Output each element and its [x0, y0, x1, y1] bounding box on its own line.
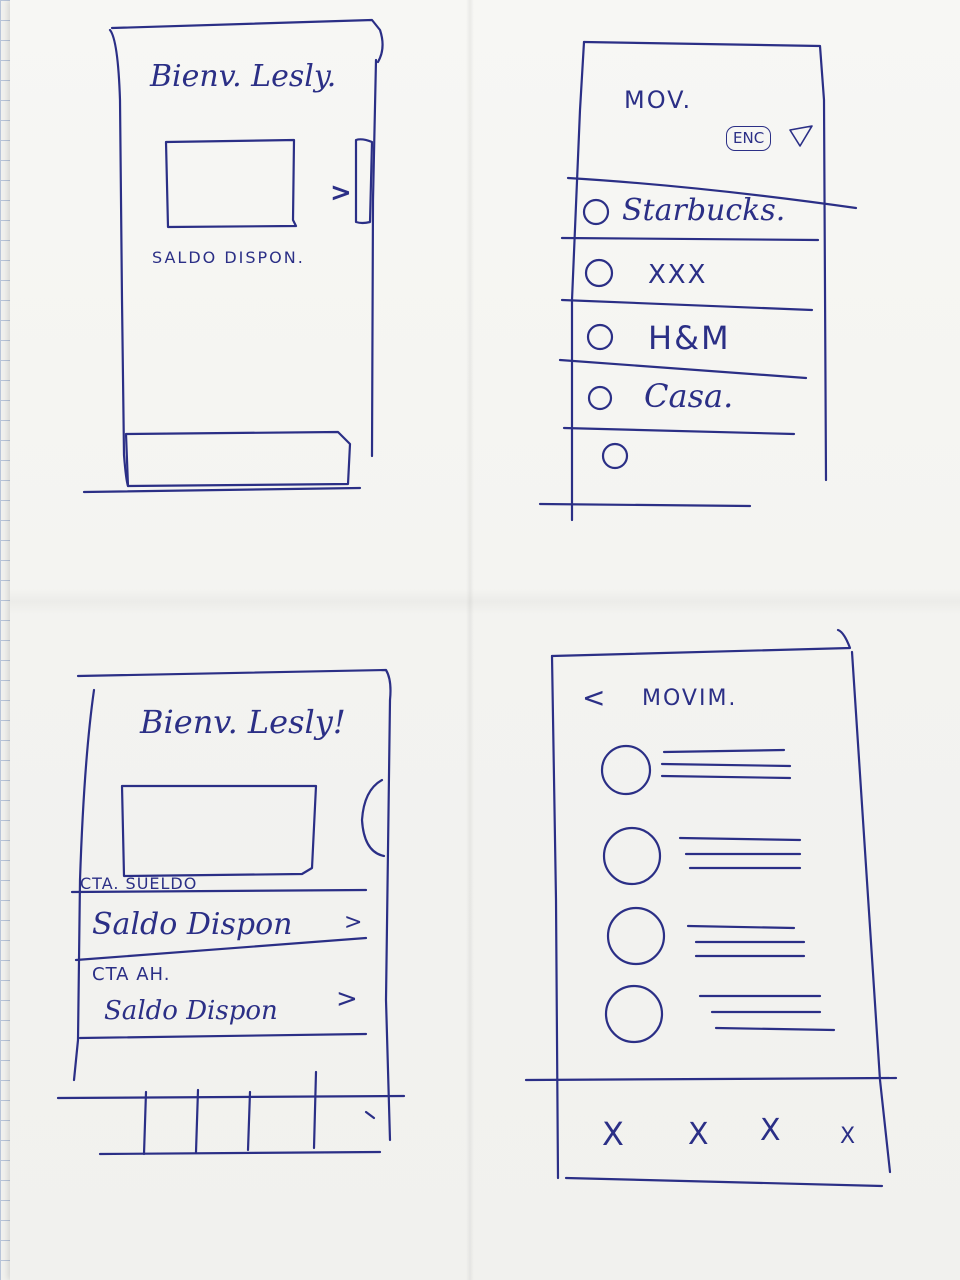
movement-label-1[interactable]: XXX: [648, 262, 707, 288]
movement-label-2[interactable]: H&M: [648, 322, 731, 354]
send-icon: [789, 125, 813, 147]
account-2-balance[interactable]: Saldo Dispon: [104, 998, 278, 1024]
greeting-home-b: Bienv. Lesly!: [140, 703, 346, 741]
movement-label-0[interactable]: Starbucks.: [622, 196, 785, 226]
back-arrow[interactable]: <: [582, 684, 605, 712]
account-1-name: CTA. SUELDO: [80, 874, 198, 893]
movements-title: MOV.: [624, 86, 693, 114]
movement-text-lines: [660, 748, 836, 1032]
greeting-home-a: Bienv. Lesly.: [150, 59, 337, 94]
account-1-chevron[interactable]: >: [344, 912, 362, 934]
balance-label-home-a: SALDO DISPON.: [152, 248, 305, 267]
side-peek-card-home-b: [360, 778, 386, 858]
balance-card-home-b: [120, 784, 318, 878]
next-card-arrow[interactable]: >: [330, 180, 352, 206]
movements-b-title: MOVIM.: [642, 686, 738, 711]
tab-mark-3[interactable]: X: [840, 1126, 857, 1148]
bottom-bar-home-a: [124, 430, 352, 488]
wireframe-sketches: [56, 18, 898, 1188]
enc-badge[interactable]: ENC: [726, 126, 772, 151]
tab-bar-home-b: [56, 1070, 406, 1156]
tab-mark-0[interactable]: X: [602, 1118, 626, 1150]
side-peek-card-home-a: [354, 138, 374, 225]
balance-card-home-a: [164, 138, 298, 229]
tab-mark-1[interactable]: X: [688, 1120, 711, 1150]
tab-mark-2[interactable]: X: [760, 1116, 783, 1146]
movement-avatar-circles: [600, 744, 666, 1044]
account-1-balance[interactable]: Saldo Dispon: [92, 910, 292, 940]
account-2-name: CTA AH.: [92, 964, 171, 985]
account-2-chevron[interactable]: >: [336, 986, 358, 1012]
movement-label-3[interactable]: Casa.: [644, 380, 733, 412]
